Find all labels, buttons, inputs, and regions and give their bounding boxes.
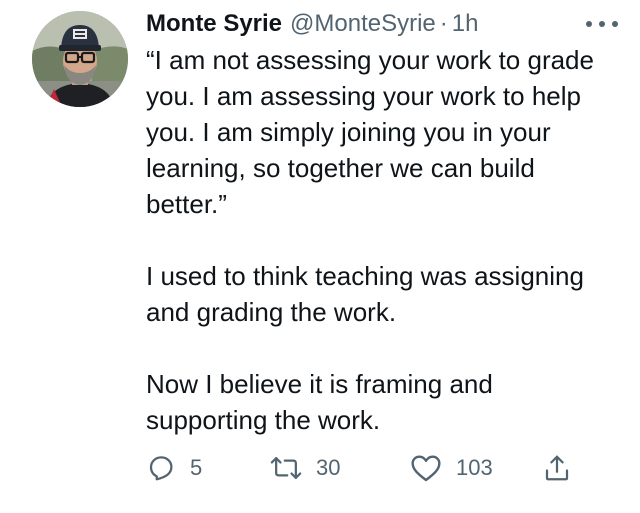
retweet-icon	[270, 453, 302, 483]
share-icon	[542, 453, 572, 483]
reply-button[interactable]: 5	[146, 448, 202, 488]
like-count: 103	[456, 455, 493, 480]
like-button[interactable]: 103	[410, 448, 493, 488]
tweet-text: “I am not assessing your work to grade y…	[146, 42, 616, 438]
tweet-actions: 5 30 103	[146, 448, 586, 488]
more-icon[interactable]	[586, 14, 618, 34]
timestamp[interactable]: 1h	[452, 10, 479, 38]
tweet-header: Monte Syrie @MonteSyrie · 1h	[146, 8, 580, 40]
tweet-paragraph: I used to think teaching was assigning a…	[146, 261, 584, 327]
author-handle[interactable]: @MonteSyrie	[290, 10, 436, 38]
avatar[interactable]	[32, 11, 128, 107]
heart-icon	[410, 453, 442, 483]
share-button[interactable]	[542, 448, 572, 488]
separator-dot: ·	[439, 10, 448, 37]
avatar-image	[32, 11, 128, 107]
tweet-paragraph: “I am not assessing your work to grade y…	[146, 45, 594, 219]
reply-count: 5	[190, 455, 203, 480]
author-name[interactable]: Monte Syrie	[146, 10, 282, 38]
retweet-count: 30	[316, 455, 341, 480]
tweet-paragraph: Now I believe it is framing and supporti…	[146, 369, 493, 435]
retweet-button[interactable]: 30	[270, 448, 340, 488]
reply-icon	[146, 453, 176, 483]
